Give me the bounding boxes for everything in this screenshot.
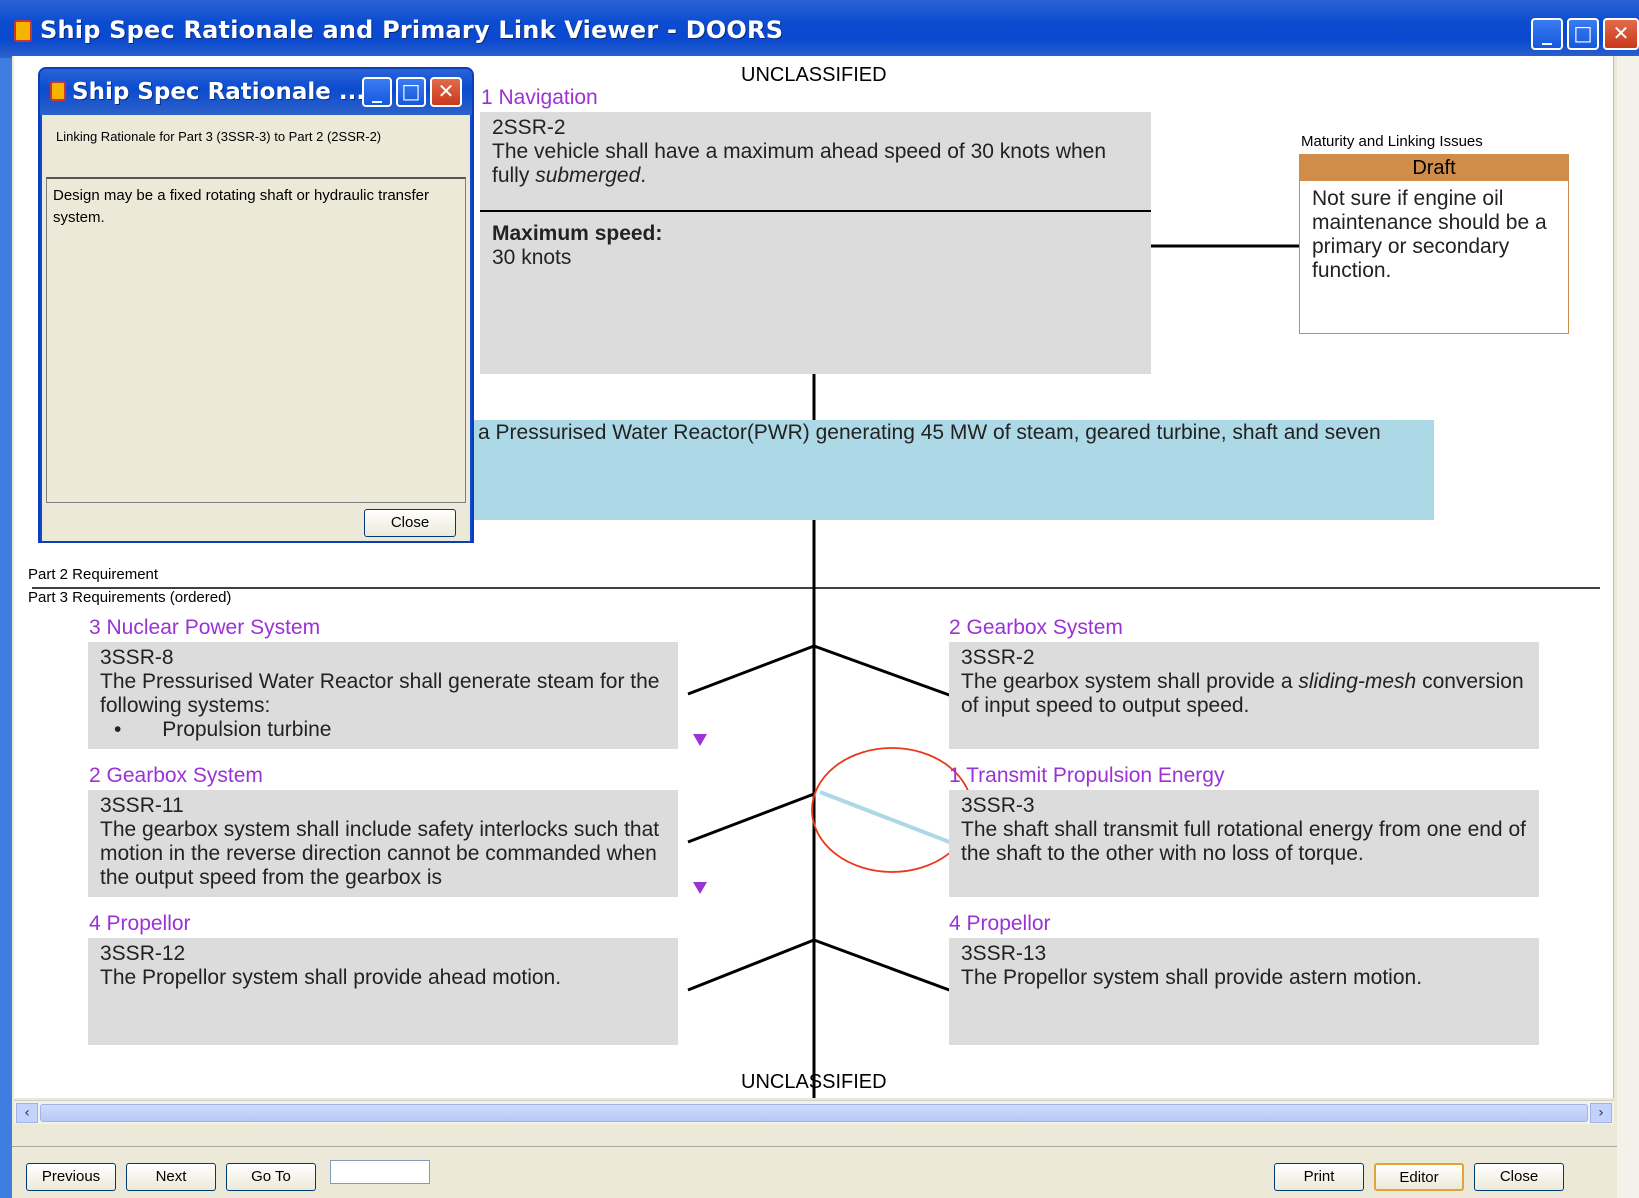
left-req-2-id: 3SSR-11 [100, 794, 184, 817]
scroll-thumb[interactable] [40, 1104, 1588, 1122]
right-req-3-id: 3SSR-13 [961, 942, 1047, 965]
editor-button[interactable]: Editor [1374, 1163, 1464, 1191]
link-line-3ssr-8 [687, 644, 815, 696]
minimize-button[interactable]: _ [1531, 18, 1563, 50]
doors-app-icon [50, 81, 66, 101]
dialog-title: Ship Spec Rationale ... [72, 79, 366, 105]
next-button[interactable]: Next [126, 1163, 216, 1191]
right-req-2-text: The shaft shall transmit full rotational… [961, 818, 1526, 865]
right-req-1-text: The gearbox system shall provide a [961, 670, 1299, 693]
goto-button[interactable]: Go To [226, 1163, 316, 1191]
dialog-maximize-button[interactable]: □ [396, 77, 426, 107]
dialog-close-button[interactable]: Close [364, 509, 456, 537]
part1-text-end: . [640, 164, 647, 187]
attr-value: 30 knots [492, 246, 572, 269]
previous-button[interactable]: Previous [26, 1163, 116, 1191]
dialog-title-bar[interactable]: Ship Spec Rationale ... _ □ ✕ [40, 69, 472, 115]
close-window-button[interactable]: ✕ [1603, 18, 1639, 50]
link-line-3ssr-3 [819, 790, 953, 845]
link-line-3ssr-2 [813, 644, 953, 698]
highlight-ellipse [811, 747, 973, 873]
attr-label: Maximum speed: [492, 222, 663, 245]
right-req-2-heading[interactable]: 1 Transmit Propulsion Energy [949, 764, 1224, 788]
right-req-1-id: 3SSR-2 [961, 646, 1035, 669]
right-req-1[interactable]: 3SSR-2 The gearbox system shall provide … [949, 642, 1539, 749]
link-line-3ssr-11 [687, 792, 815, 844]
left-req-3-text: The Propellor system shall provide ahead… [100, 966, 562, 989]
rationale-dialog[interactable]: Ship Spec Rationale ... _ □ ✕ Linking Ra… [38, 67, 474, 543]
scroll-right-arrow-icon[interactable]: › [1590, 1103, 1612, 1123]
print-button[interactable]: Print [1274, 1163, 1364, 1191]
right-req-1-heading[interactable]: 2 Gearbox System [949, 616, 1123, 640]
link-line-3ssr-12 [687, 938, 815, 992]
rationale-textarea[interactable]: Design may be a fixed rotating shaft or … [46, 177, 466, 503]
right-req-2-id: 3SSR-3 [961, 794, 1035, 817]
dialog-minimize-button[interactable]: _ [362, 77, 392, 107]
link-line-3ssr-13 [813, 938, 953, 993]
toolbar-divider [12, 1146, 1617, 1147]
dialog-body: Linking Rationale for Part 3 (3SSR-3) to… [42, 115, 470, 541]
left-req-2[interactable]: 3SSR-11 The gearbox system shall include… [88, 790, 678, 897]
part1-text-em: submerged [535, 164, 641, 187]
pwr-text: a Pressurised Water Reactor(PWR) generat… [478, 421, 1381, 444]
expand-arrow-icon[interactable] [693, 882, 707, 894]
close-button[interactable]: Close [1474, 1163, 1564, 1191]
goto-input[interactable] [330, 1160, 430, 1184]
part2-label: Part 2 Requirement [28, 566, 159, 583]
right-req-1-text-em: sliding-mesh [1298, 670, 1417, 693]
issues-title: Maturity and Linking Issues [1301, 133, 1483, 150]
maximize-button[interactable]: □ [1567, 18, 1599, 50]
expand-arrow-icon[interactable] [693, 734, 707, 746]
dialog-label: Linking Rationale for Part 3 (3SSR-3) to… [56, 129, 382, 144]
part3-label: Part 3 Requirements (ordered) [28, 589, 232, 606]
part1-requirement[interactable]: 2SSR-2 The vehicle shall have a maximum … [480, 112, 1151, 211]
window-title: Ship Spec Rationale and Primary Link Vie… [40, 16, 784, 44]
classification-bottom: UNCLASSIFIED [741, 1071, 887, 1093]
dialog-close-icon[interactable]: ✕ [430, 77, 462, 107]
left-req-3[interactable]: 3SSR-12 The Propellor system shall provi… [88, 938, 678, 1045]
left-req-1-text: The Pressurised Water Reactor shall gene… [100, 670, 660, 717]
doors-app-icon [14, 20, 32, 42]
left-req-1-bullet: Propulsion turbine [162, 718, 332, 741]
left-req-2-text: The gearbox system shall include safety … [100, 818, 660, 889]
left-req-1-heading[interactable]: 3 Nuclear Power System [89, 616, 320, 640]
right-req-3-text: The Propellor system shall provide aster… [961, 966, 1423, 989]
issues-status: Draft [1300, 155, 1568, 181]
left-req-3-heading[interactable]: 4 Propellor [89, 912, 191, 936]
left-req-2-heading[interactable]: 2 Gearbox System [89, 764, 263, 788]
classification-top: UNCLASSIFIED [741, 64, 887, 86]
part1-heading[interactable]: 1 Navigation [481, 86, 598, 110]
right-req-3[interactable]: 3SSR-13 The Propellor system shall provi… [949, 938, 1539, 1045]
left-req-3-id: 3SSR-12 [100, 942, 186, 965]
pwr-description: a Pressurised Water Reactor(PWR) generat… [474, 420, 1434, 520]
right-req-3-heading[interactable]: 4 Propellor [949, 912, 1051, 936]
part1-attributes: Maximum speed: 30 knots [480, 212, 1151, 374]
left-req-1[interactable]: 3SSR-8 The Pressurised Water Reactor sha… [88, 642, 678, 749]
left-req-1-id: 3SSR-8 [100, 646, 174, 669]
right-req-2[interactable]: 3SSR-3 The shaft shall transmit full rot… [949, 790, 1539, 897]
title-bar[interactable]: Ship Spec Rationale and Primary Link Vie… [0, 0, 1639, 58]
issues-text: Not sure if engine oil maintenance shoul… [1312, 187, 1547, 282]
left-req-1-bullet-row: • Propulsion turbine [114, 718, 332, 741]
vertical-scrollbar[interactable] [1617, 56, 1639, 1198]
issues-box: Draft Not sure if engine oil maintenance… [1299, 154, 1569, 334]
horizontal-scrollbar[interactable]: ‹ › [14, 1100, 1614, 1124]
scroll-left-arrow-icon[interactable]: ‹ [16, 1103, 38, 1123]
part1-id: 2SSR-2 [492, 116, 566, 139]
